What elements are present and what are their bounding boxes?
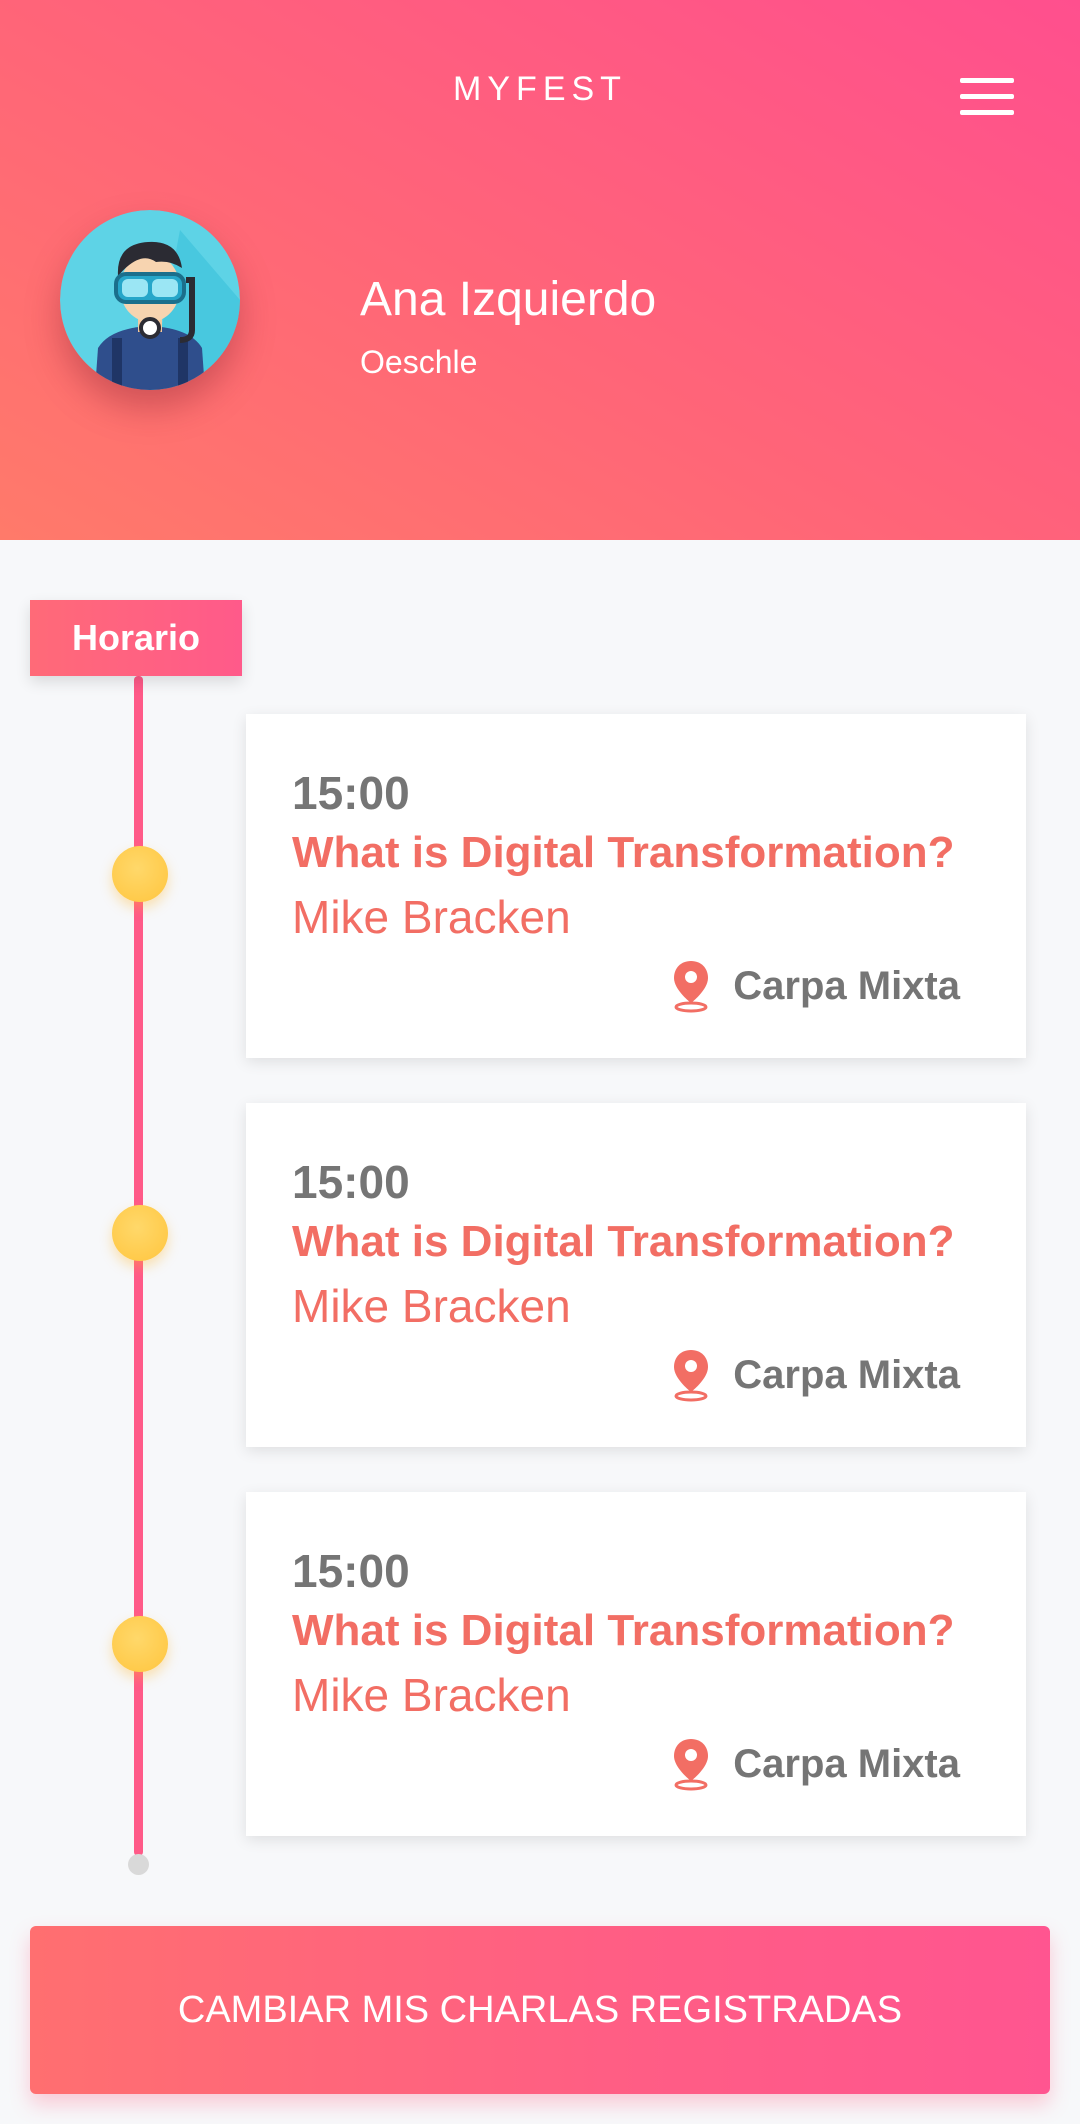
user-name: Ana Izquierdo (360, 273, 657, 326)
location-pin-icon (674, 961, 709, 1013)
talk-location: Carpa Mixta (671, 1347, 960, 1403)
talk-time: 15:00 (292, 767, 410, 819)
schedule-card[interactable]: 15:00 What is Digital Transformation? Mi… (246, 714, 1026, 1058)
talk-time: 15:00 (292, 1545, 410, 1597)
location-label: Carpa Mixta (733, 963, 960, 1008)
schedule-card[interactable]: 15:00 What is Digital Transformation? Mi… (246, 1492, 1026, 1836)
app-title: MYFEST (453, 70, 627, 108)
talk-title: What is Digital Transformation? (292, 828, 955, 877)
avatar[interactable] (60, 210, 240, 390)
talk-time: 15:00 (292, 1156, 410, 1208)
location-pin-icon (674, 1350, 709, 1402)
profile-header: MYFEST Ana Izquierdo Oeschle (0, 0, 1080, 540)
talk-location: Carpa Mixta (671, 958, 960, 1014)
change-registered-talks-button[interactable]: CAMBIAR MIS CHARLAS REGISTRADAS (30, 1926, 1050, 2094)
timeline-dot (112, 1205, 168, 1261)
app-screen: MYFEST Ana Izquierdo Oeschle Horario 15:… (0, 0, 1080, 2124)
diver-avatar-icon (60, 210, 240, 390)
talk-speaker: Mike Bracken (292, 1280, 571, 1332)
talk-speaker: Mike Bracken (292, 891, 571, 943)
timeline-dot (112, 846, 168, 902)
schedule-card[interactable]: 15:00 What is Digital Transformation? Mi… (246, 1103, 1026, 1447)
user-company: Oeschle (360, 344, 478, 380)
talk-location: Carpa Mixta (671, 1736, 960, 1792)
timeline-end-dot (128, 1854, 149, 1875)
timeline-dot (112, 1616, 168, 1672)
hamburger-menu-icon[interactable] (960, 78, 1014, 116)
talk-title: What is Digital Transformation? (292, 1606, 955, 1655)
location-label: Carpa Mixta (733, 1352, 960, 1397)
talk-title: What is Digital Transformation? (292, 1217, 955, 1266)
location-pin-icon (674, 1739, 709, 1791)
schedule-section-label: Horario (30, 600, 242, 676)
location-label: Carpa Mixta (733, 1741, 960, 1786)
talk-speaker: Mike Bracken (292, 1669, 571, 1721)
